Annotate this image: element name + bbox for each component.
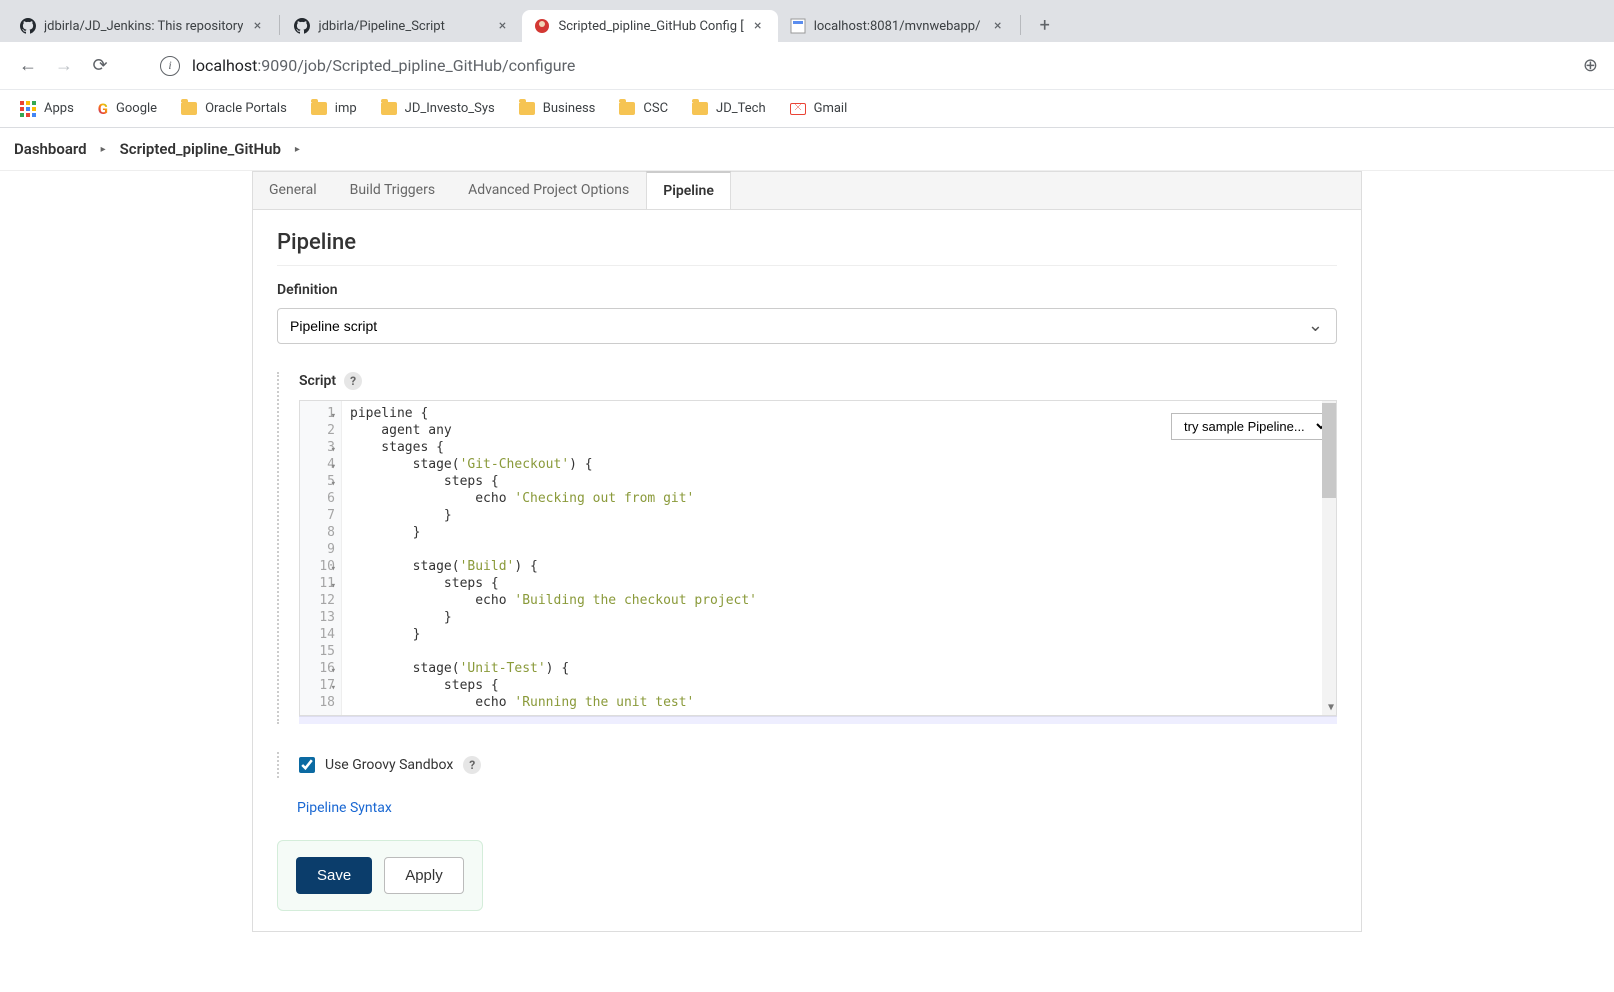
tab-title: localhost:8081/mvnwebapp/ <box>814 19 984 34</box>
google-icon: G <box>98 100 108 118</box>
tab-title: jdbirla/Pipeline_Script <box>318 19 488 34</box>
bookmark-label: imp <box>335 101 357 116</box>
bookmark-label: Gmail <box>814 101 848 116</box>
folder-icon <box>311 102 327 115</box>
scrollbar-thumb[interactable] <box>1322 403 1336 498</box>
tab-general[interactable]: General <box>253 172 334 209</box>
script-section: Script ? 1▾23▾4▾5▾678910▾11▾1213141516▾1… <box>277 372 1337 724</box>
pipeline-panel: Pipeline Definition Pipeline script Scri… <box>252 210 1362 932</box>
address-host: localhost <box>192 56 257 75</box>
tab-title: Scripted_pipline_GitHub Config [ <box>558 19 743 34</box>
browser-tab-2[interactable]: jdbirla/Pipeline_Script × <box>282 10 522 42</box>
close-icon[interactable]: × <box>990 18 1006 34</box>
new-tab-button[interactable]: + <box>1031 11 1059 39</box>
github-icon <box>294 18 310 34</box>
tab-pipeline[interactable]: Pipeline <box>646 171 731 209</box>
panel-title: Pipeline <box>277 230 1337 255</box>
apps-shortcut[interactable]: Apps <box>10 96 84 122</box>
browser-tab-1[interactable]: jdbirla/JD_Jenkins: This repository × <box>8 10 277 42</box>
crumb-project[interactable]: Scripted_pipline_GitHub <box>120 140 281 158</box>
bookmark-jd-tech[interactable]: JD_Tech <box>682 96 776 121</box>
close-icon[interactable]: × <box>249 18 265 34</box>
app-icon <box>790 18 806 34</box>
bookmark-label: Business <box>543 101 596 116</box>
scrollbar-vertical[interactable]: ▼ <box>1322 401 1336 715</box>
folder-icon <box>381 102 397 115</box>
bookmark-gmail[interactable]: Gmail <box>780 96 858 121</box>
address-path: :9090/job/Scripted_pipline_GitHub/config… <box>257 56 575 75</box>
browser-chrome: jdbirla/JD_Jenkins: This repository × jd… <box>0 0 1614 42</box>
tab-build-triggers[interactable]: Build Triggers <box>334 172 452 209</box>
back-button[interactable]: ← <box>10 48 46 84</box>
help-icon[interactable]: ? <box>463 756 481 774</box>
forward-button[interactable]: → <box>46 48 82 84</box>
bookmark-business[interactable]: Business <box>509 96 606 121</box>
folder-icon <box>619 102 635 115</box>
close-icon[interactable]: × <box>494 18 510 34</box>
code-body[interactable]: pipeline { agent any stages { stage('Git… <box>342 401 1336 715</box>
sandbox-label: Use Groovy Sandbox <box>325 757 453 773</box>
help-icon[interactable]: ? <box>344 372 362 390</box>
line-gutter: 1▾23▾4▾5▾678910▾11▾1213141516▾17▾18 <box>300 401 342 715</box>
config-content: General Build Triggers Advanced Project … <box>252 171 1362 932</box>
tab-separator <box>279 15 280 35</box>
scrollbar-horizontal[interactable] <box>299 716 1337 724</box>
sandbox-checkbox[interactable] <box>299 757 315 773</box>
bookmark-label: JD_Tech <box>716 101 766 116</box>
close-icon[interactable]: × <box>750 18 766 34</box>
info-icon[interactable]: i <box>160 56 180 76</box>
crumb-dashboard[interactable]: Dashboard <box>14 140 87 158</box>
folder-icon <box>519 102 535 115</box>
bookmark-label: JD_Investo_Sys <box>405 101 495 116</box>
folder-icon <box>181 102 197 115</box>
bookmark-label: Oracle Portals <box>205 101 287 116</box>
apps-grid-icon <box>20 101 36 117</box>
chevron-right-icon: ▸ <box>295 144 300 155</box>
tab-bar: jdbirla/JD_Jenkins: This repository × jd… <box>0 0 1614 42</box>
breadcrumb: Dashboard ▸ Scripted_pipline_GitHub ▸ <box>0 128 1614 171</box>
bookmark-label: Apps <box>44 101 74 116</box>
config-tabs: General Build Triggers Advanced Project … <box>252 171 1362 210</box>
jenkins-icon <box>534 18 550 34</box>
bookmark-csc[interactable]: CSC <box>609 96 678 121</box>
nav-bar: ← → ⟳ i localhost:9090/job/Scripted_pipl… <box>0 42 1614 90</box>
bookmark-imp[interactable]: imp <box>301 96 367 121</box>
save-button[interactable]: Save <box>296 857 372 894</box>
button-bar: Save Apply <box>277 840 483 911</box>
folder-icon <box>692 102 708 115</box>
chevron-right-icon: ▸ <box>101 144 106 155</box>
script-label: Script <box>299 373 336 389</box>
definition-label: Definition <box>277 282 1337 298</box>
tab-title: jdbirla/JD_Jenkins: This repository <box>44 19 243 34</box>
bookmarks-bar: Apps G Google Oracle Portals imp JD_Inve… <box>0 90 1614 128</box>
browser-tab-3[interactable]: Scripted_pipline_GitHub Config [ × <box>522 10 777 42</box>
tab-separator <box>1020 15 1021 35</box>
apply-button[interactable]: Apply <box>384 857 464 894</box>
bookmark-label: Google <box>116 101 157 116</box>
bookmark-oracle[interactable]: Oracle Portals <box>171 96 297 121</box>
reload-button[interactable]: ⟳ <box>82 48 118 84</box>
divider <box>277 265 1337 266</box>
tab-advanced[interactable]: Advanced Project Options <box>452 172 646 209</box>
script-editor[interactable]: 1▾23▾4▾5▾678910▾11▾1213141516▾17▾18 pipe… <box>299 400 1337 716</box>
pipeline-syntax-link[interactable]: Pipeline Syntax <box>297 800 1337 816</box>
chevron-down-icon[interactable]: ▼ <box>1328 702 1334 713</box>
bookmark-jd-investo[interactable]: JD_Investo_Sys <box>371 96 505 121</box>
zoom-icon[interactable]: ⊕ <box>1583 55 1598 76</box>
gmail-icon <box>790 103 806 115</box>
address-bar[interactable]: i localhost:9090/job/Scripted_pipline_Gi… <box>160 56 1583 76</box>
definition-select[interactable]: Pipeline script <box>277 308 1337 344</box>
sample-pipeline-select[interactable]: try sample Pipeline... <box>1171 413 1330 440</box>
bookmark-google[interactable]: G Google <box>88 95 167 123</box>
sandbox-row: Use Groovy Sandbox ? <box>277 752 1337 778</box>
bookmark-label: CSC <box>643 101 668 116</box>
github-icon <box>20 18 36 34</box>
browser-tab-4[interactable]: localhost:8081/mvnwebapp/ × <box>778 10 1018 42</box>
